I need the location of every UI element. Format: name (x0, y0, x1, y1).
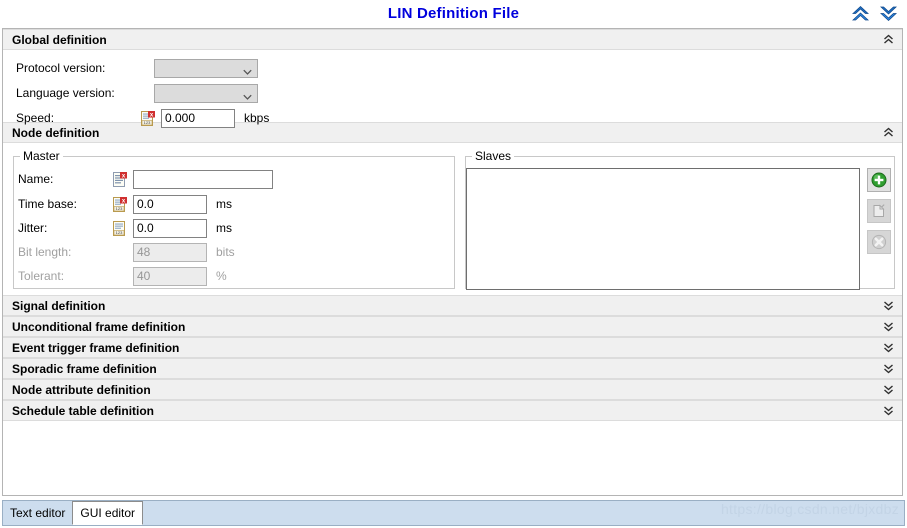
double-chevron-up-icon[interactable] (850, 3, 871, 24)
field-row-speed: Speed: 123 x kbps (16, 108, 269, 128)
field-row-bit-length: Bit length: bits (18, 242, 235, 262)
section-title: Unconditional frame definition (12, 319, 186, 334)
section-header-global-definition[interactable]: Global definition (3, 29, 902, 50)
slaves-list[interactable] (466, 168, 860, 290)
section-title: Global definition (12, 32, 107, 47)
field-row-tolerant: Tolerant: % (18, 266, 227, 286)
section-header-sporadic-frame-definition[interactable]: Sporadic frame definition (3, 358, 902, 379)
master-name-label: Name: (18, 172, 54, 186)
double-chevron-down-icon[interactable] (883, 342, 894, 353)
slaves-group: Slaves (465, 149, 895, 290)
field-row-language-version: Language version: (16, 83, 258, 103)
jitter-input[interactable] (133, 218, 207, 238)
numeric-doc-icon: 123 (113, 220, 127, 236)
chevron-down-icon (243, 90, 252, 100)
time-base-label: Time base: (18, 197, 77, 211)
bit-length-label: Bit length: (18, 245, 72, 259)
section-title: Node attribute definition (12, 382, 151, 397)
master-group: Master Name: x Time base: 123 x 0.0 ms J… (13, 149, 455, 289)
editor-tab-strip: Text editor GUI editor https://blog.csdn.… (0, 496, 907, 528)
speed-input[interactable] (161, 108, 235, 128)
jitter-unit-label: ms (216, 221, 232, 235)
double-chevron-down-icon[interactable] (883, 321, 894, 332)
numeric-doc-error-icon: 123 x (113, 196, 127, 212)
svg-text:123: 123 (144, 120, 151, 125)
field-row-master-name: Name: x (18, 169, 273, 189)
add-slave-button[interactable] (867, 168, 891, 192)
protocol-version-select[interactable] (154, 58, 258, 78)
double-chevron-up-icon[interactable] (883, 127, 894, 138)
slaves-button-column (867, 168, 891, 254)
double-chevron-down-icon[interactable] (883, 405, 894, 416)
double-chevron-down-icon[interactable] (883, 300, 894, 311)
tab-gui-editor[interactable]: GUI editor (72, 501, 144, 525)
delete-slave-button (867, 230, 891, 254)
section-body-global-definition: Protocol version: Language version: Spee… (3, 50, 902, 128)
lin-definition-panel: Global definition Protocol version: Lang… (2, 28, 903, 496)
bit-length-unit-label: bits (216, 245, 235, 259)
tolerant-value (133, 266, 207, 286)
window-title-bar: LIN Definition File (0, 0, 907, 28)
double-chevron-down-icon[interactable] (883, 384, 894, 395)
edit-slave-button (867, 199, 891, 223)
doc-error-icon: x (113, 171, 127, 187)
language-version-label: Language version: (16, 86, 115, 100)
jitter-label: Jitter: (18, 221, 48, 235)
time-base-unit-label: ms (216, 197, 232, 211)
title-actions (850, 3, 899, 24)
section-body-node-definition: Master Name: x Time base: 123 x 0.0 ms J… (3, 143, 902, 295)
time-base-input[interactable] (133, 194, 207, 214)
field-row-time-base: Time base: 123 x ms (18, 194, 232, 214)
section-header-signal-definition[interactable]: Signal definition (3, 295, 902, 316)
speed-unit-label: kbps (244, 111, 270, 125)
double-chevron-up-icon[interactable] (883, 34, 894, 45)
protocol-version-label: Protocol version: (16, 61, 106, 75)
section-title: Schedule table definition (12, 403, 155, 418)
field-row-jitter: Jitter: 123 ms (18, 218, 232, 238)
svg-text:123: 123 (116, 206, 123, 211)
section-header-schedule-table-definition[interactable]: Schedule table definition (3, 400, 902, 421)
section-title: Signal definition (12, 298, 106, 313)
numeric-doc-error-icon: 123 x (141, 110, 155, 126)
master-group-legend: Master (23, 149, 60, 163)
field-row-protocol-version: Protocol version: (16, 58, 258, 78)
section-header-node-attribute-definition[interactable]: Node attribute definition (3, 379, 902, 400)
speed-label: Speed: (16, 111, 55, 125)
section-title: Event trigger frame definition (12, 340, 180, 355)
slaves-group-legend: Slaves (475, 149, 512, 163)
collapsed-sections: Signal definition Unconditional frame def… (3, 295, 902, 421)
tolerant-unit-label: % (216, 269, 227, 283)
double-chevron-down-icon[interactable] (883, 363, 894, 374)
language-version-select[interactable] (154, 83, 258, 103)
tab-text-editor[interactable]: Text editor (3, 501, 72, 525)
section-title: Sporadic frame definition (12, 361, 157, 376)
tolerant-label: Tolerant: (18, 269, 65, 283)
master-name-input[interactable] (133, 169, 273, 189)
page-title: LIN Definition File (387, 5, 520, 22)
bit-length-value (133, 242, 207, 262)
editor-tabs: Text editor GUI editor (2, 500, 905, 526)
double-chevron-down-icon[interactable] (878, 3, 899, 24)
section-header-unconditional-frame-definition[interactable]: Unconditional frame definition (3, 316, 902, 337)
section-header-event-trigger-frame-definition[interactable]: Event trigger frame definition (3, 337, 902, 358)
svg-text:123: 123 (116, 230, 123, 235)
chevron-down-icon (243, 65, 252, 75)
